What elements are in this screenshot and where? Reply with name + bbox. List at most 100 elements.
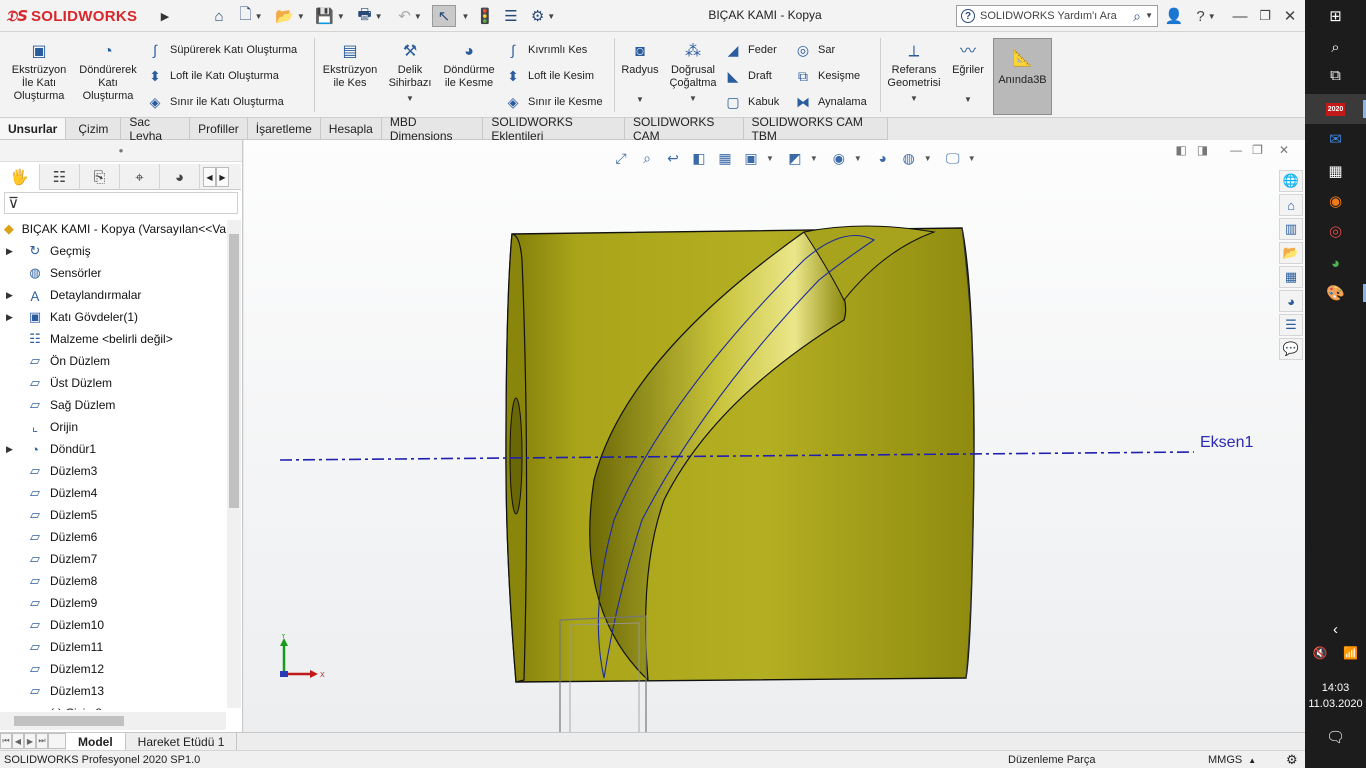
curves-button[interactable]: 〰 Eğriler ▼ (948, 40, 988, 106)
expand-arrow-icon[interactable]: ▶ (6, 290, 18, 301)
options-button[interactable]: ⚙ ▼ (526, 5, 560, 27)
intersect-button[interactable]: ⧉ Kesişme (794, 66, 860, 86)
reference-geometry-dropdown-icon[interactable]: ▼ (910, 92, 918, 105)
tree-item[interactable]: ▶ Ａ Detaylandırmalar (0, 284, 226, 306)
rebuild-icon[interactable]: 🚦 (474, 5, 496, 27)
expand-arrow-icon[interactable]: ▶ (6, 444, 18, 455)
rib-button[interactable]: ◢ Feder (724, 40, 777, 60)
tree-item[interactable]: ▱ Düzlem5 (0, 504, 226, 526)
hole-wizard-dropdown-icon[interactable]: ▼ (406, 92, 414, 105)
tree-item[interactable]: ▱ Ön Düzlem (0, 350, 226, 372)
tree-item[interactable]: ▱ Düzlem6 (0, 526, 226, 548)
select-dropdown[interactable]: ▼ (458, 5, 470, 27)
tree-item[interactable]: ▱ Düzlem4 (0, 482, 226, 504)
notifications-icon[interactable]: 🗨 (1305, 722, 1366, 752)
tab-motion-study[interactable]: Hareket Etüdü 1 (126, 733, 238, 750)
rebuild-status-icon[interactable]: ⚙ (1286, 752, 1298, 768)
hole-wizard-button[interactable]: ⚒ Delik Sihirbazı ▼ (384, 40, 436, 105)
filter-input[interactable]: ⊽ (4, 192, 238, 214)
draft-button[interactable]: ◣ Draft (724, 66, 772, 86)
lofted-cut-button[interactable]: ⬍ Loft ile Kesim (504, 66, 594, 86)
view-palette-icon[interactable]: ▦ (1279, 266, 1303, 288)
axis-label[interactable]: Eksen1 (1200, 434, 1253, 452)
graphics-area[interactable]: ⤢ ⌕ ↩ ◧ ▦ ▣ ▼ ◩ ▼ ◉ ▼ ◕ ◍ ▼ 🖵 ▼ ◧ ◨ — ❐ ✕ (244, 140, 1305, 732)
taskbar-solidworks-app[interactable]: 2020 (1305, 94, 1366, 124)
model-viewport[interactable] (244, 140, 1305, 732)
extruded-boss-button[interactable]: ▣ Ekstrüzyon İle Katı Oluşturma (6, 40, 72, 103)
boundary-boss-button[interactable]: ◈ Sınır ile Katı Oluşturma (146, 92, 284, 112)
tree-item[interactable]: ☷ Malzeme <belirli değil> (0, 328, 226, 350)
tree-item[interactable]: ▱ Düzlem13 (0, 680, 226, 702)
wifi-icon[interactable]: 📶 (1343, 646, 1358, 660)
select-button[interactable]: ↖ (432, 5, 456, 27)
panel-tab-right-icon[interactable]: ▶ (216, 167, 229, 187)
tree-item[interactable]: ▱ Düzlem9 (0, 592, 226, 614)
next-tab-icon[interactable]: ▶ (24, 733, 36, 749)
save-button[interactable]: 💾 ▼ (313, 5, 347, 27)
instant3d-button[interactable]: 📐 Anında3B (993, 38, 1052, 115)
panel-grip[interactable]: ● (0, 140, 242, 162)
menu-expand-arrow-icon[interactable]: ▶ (157, 4, 173, 28)
undo-button[interactable]: ↶ ▼ (393, 5, 427, 27)
appearances-icon[interactable]: ◕ (1279, 290, 1303, 312)
tree-root[interactable]: ◆ BIÇAK KAMI - Kopya (Varsayılan<<Va (0, 218, 226, 240)
panel-tab-left-icon[interactable]: ◀ (203, 167, 216, 187)
chrome-icon[interactable]: ◕ (1305, 248, 1366, 278)
tab-solidworks-cam-tbm[interactable]: SOLIDWORKS CAM TBM (743, 115, 888, 143)
tree-item[interactable]: ▱ Üst Düzlem (0, 372, 226, 394)
fillet-button[interactable]: ◙ Radyus ▼ (618, 40, 662, 106)
scroll-thumb[interactable] (229, 234, 239, 508)
tab-features[interactable]: Unsurlar (0, 118, 67, 139)
tree-item[interactable]: ▶ ↻ Geçmiş (0, 240, 226, 262)
volume-mute-icon[interactable]: 🔇 (1313, 646, 1328, 660)
scroll-thumb[interactable] (14, 716, 124, 726)
paint-icon[interactable]: 🎨 (1305, 278, 1366, 308)
tab-weldments[interactable]: Profiller (190, 118, 248, 139)
mirror-button[interactable]: ⧓ Aynalama (794, 92, 867, 112)
tree-item[interactable]: ▱ Düzlem8 (0, 570, 226, 592)
revolved-boss-button[interactable]: ◔ Döndürerek Katı Oluşturma (74, 40, 142, 103)
tree-item[interactable]: ▱ Düzlem10 (0, 614, 226, 636)
minimize-icon[interactable]: — (1230, 5, 1250, 27)
help-button[interactable]: ? ▼ (1192, 5, 1220, 27)
tab-mbd-dimensions[interactable]: MBD Dimensions (381, 115, 484, 143)
curves-dropdown-icon[interactable]: ▼ (964, 93, 972, 106)
search-dropdown-icon[interactable]: ▼ (1145, 11, 1153, 20)
mail-icon[interactable]: ✉ (1305, 124, 1366, 154)
tree-item[interactable]: ▱ Sağ Düzlem (0, 394, 226, 416)
display-manager-tab-icon[interactable]: ◕ (160, 164, 200, 190)
units-selector[interactable]: MMGS ▲ (1208, 754, 1256, 766)
open-document-button[interactable]: 📂 ▼ (273, 5, 307, 27)
tree-item[interactable]: ▱ Düzlem3 (0, 460, 226, 482)
tree-vertical-scrollbar[interactable] (227, 220, 241, 708)
tree-item[interactable]: ◍ Sensörler (0, 262, 226, 284)
configuration-manager-tab-icon[interactable]: ⎘ (80, 164, 120, 190)
solidworks-resources-icon[interactable]: 🌐 (1279, 170, 1303, 192)
windows-start-icon[interactable]: ⊞ (1305, 0, 1366, 32)
shell-button[interactable]: ▢ Kabuk (724, 92, 779, 112)
show-hidden-icons-icon[interactable]: ‹ (1305, 614, 1366, 644)
cam-bore[interactable] (509, 397, 523, 515)
task-view-icon[interactable]: ⧉ (1305, 60, 1366, 90)
design-library-icon[interactable]: ▥ (1279, 218, 1303, 240)
tree-item[interactable]: ▱ Düzlem11 (0, 636, 226, 658)
first-tab-icon[interactable]: ⏮ (0, 733, 12, 749)
tab-markup[interactable]: İşaretleme (247, 118, 321, 139)
expand-arrow-icon[interactable]: ▶ (6, 312, 18, 323)
help-search-input[interactable]: ? SOLIDWORKS Yardım'ı Ara ⌕ ▼ (956, 5, 1158, 27)
tree-horizontal-scrollbar[interactable] (0, 712, 226, 730)
swept-boss-button[interactable]: ∫ Süpürerek Katı Oluşturma (146, 40, 297, 60)
dimxpert-manager-tab-icon[interactable]: ⌖ (120, 164, 160, 190)
home-icon[interactable]: ⌂ (208, 5, 230, 27)
tab-model[interactable]: Model (66, 733, 126, 750)
tree-item[interactable]: ⌞ Orijin (0, 416, 226, 438)
design-library-home-icon[interactable]: ⌂ (1279, 194, 1303, 216)
fillet-dropdown-icon[interactable]: ▼ (636, 93, 644, 106)
app-icon[interactable]: ◎ (1305, 216, 1366, 246)
file-explorer-icon[interactable]: 📂 (1279, 242, 1303, 264)
calculator-icon[interactable]: ▦ (1305, 156, 1366, 186)
search-icon[interactable]: ⌕ (1133, 8, 1141, 25)
forum-icon[interactable]: 💬 (1279, 338, 1303, 360)
tree-item[interactable]: ▭ (-) Çizim8 (0, 702, 226, 710)
tab-sheet-metal[interactable]: Sac Levha (121, 115, 191, 143)
